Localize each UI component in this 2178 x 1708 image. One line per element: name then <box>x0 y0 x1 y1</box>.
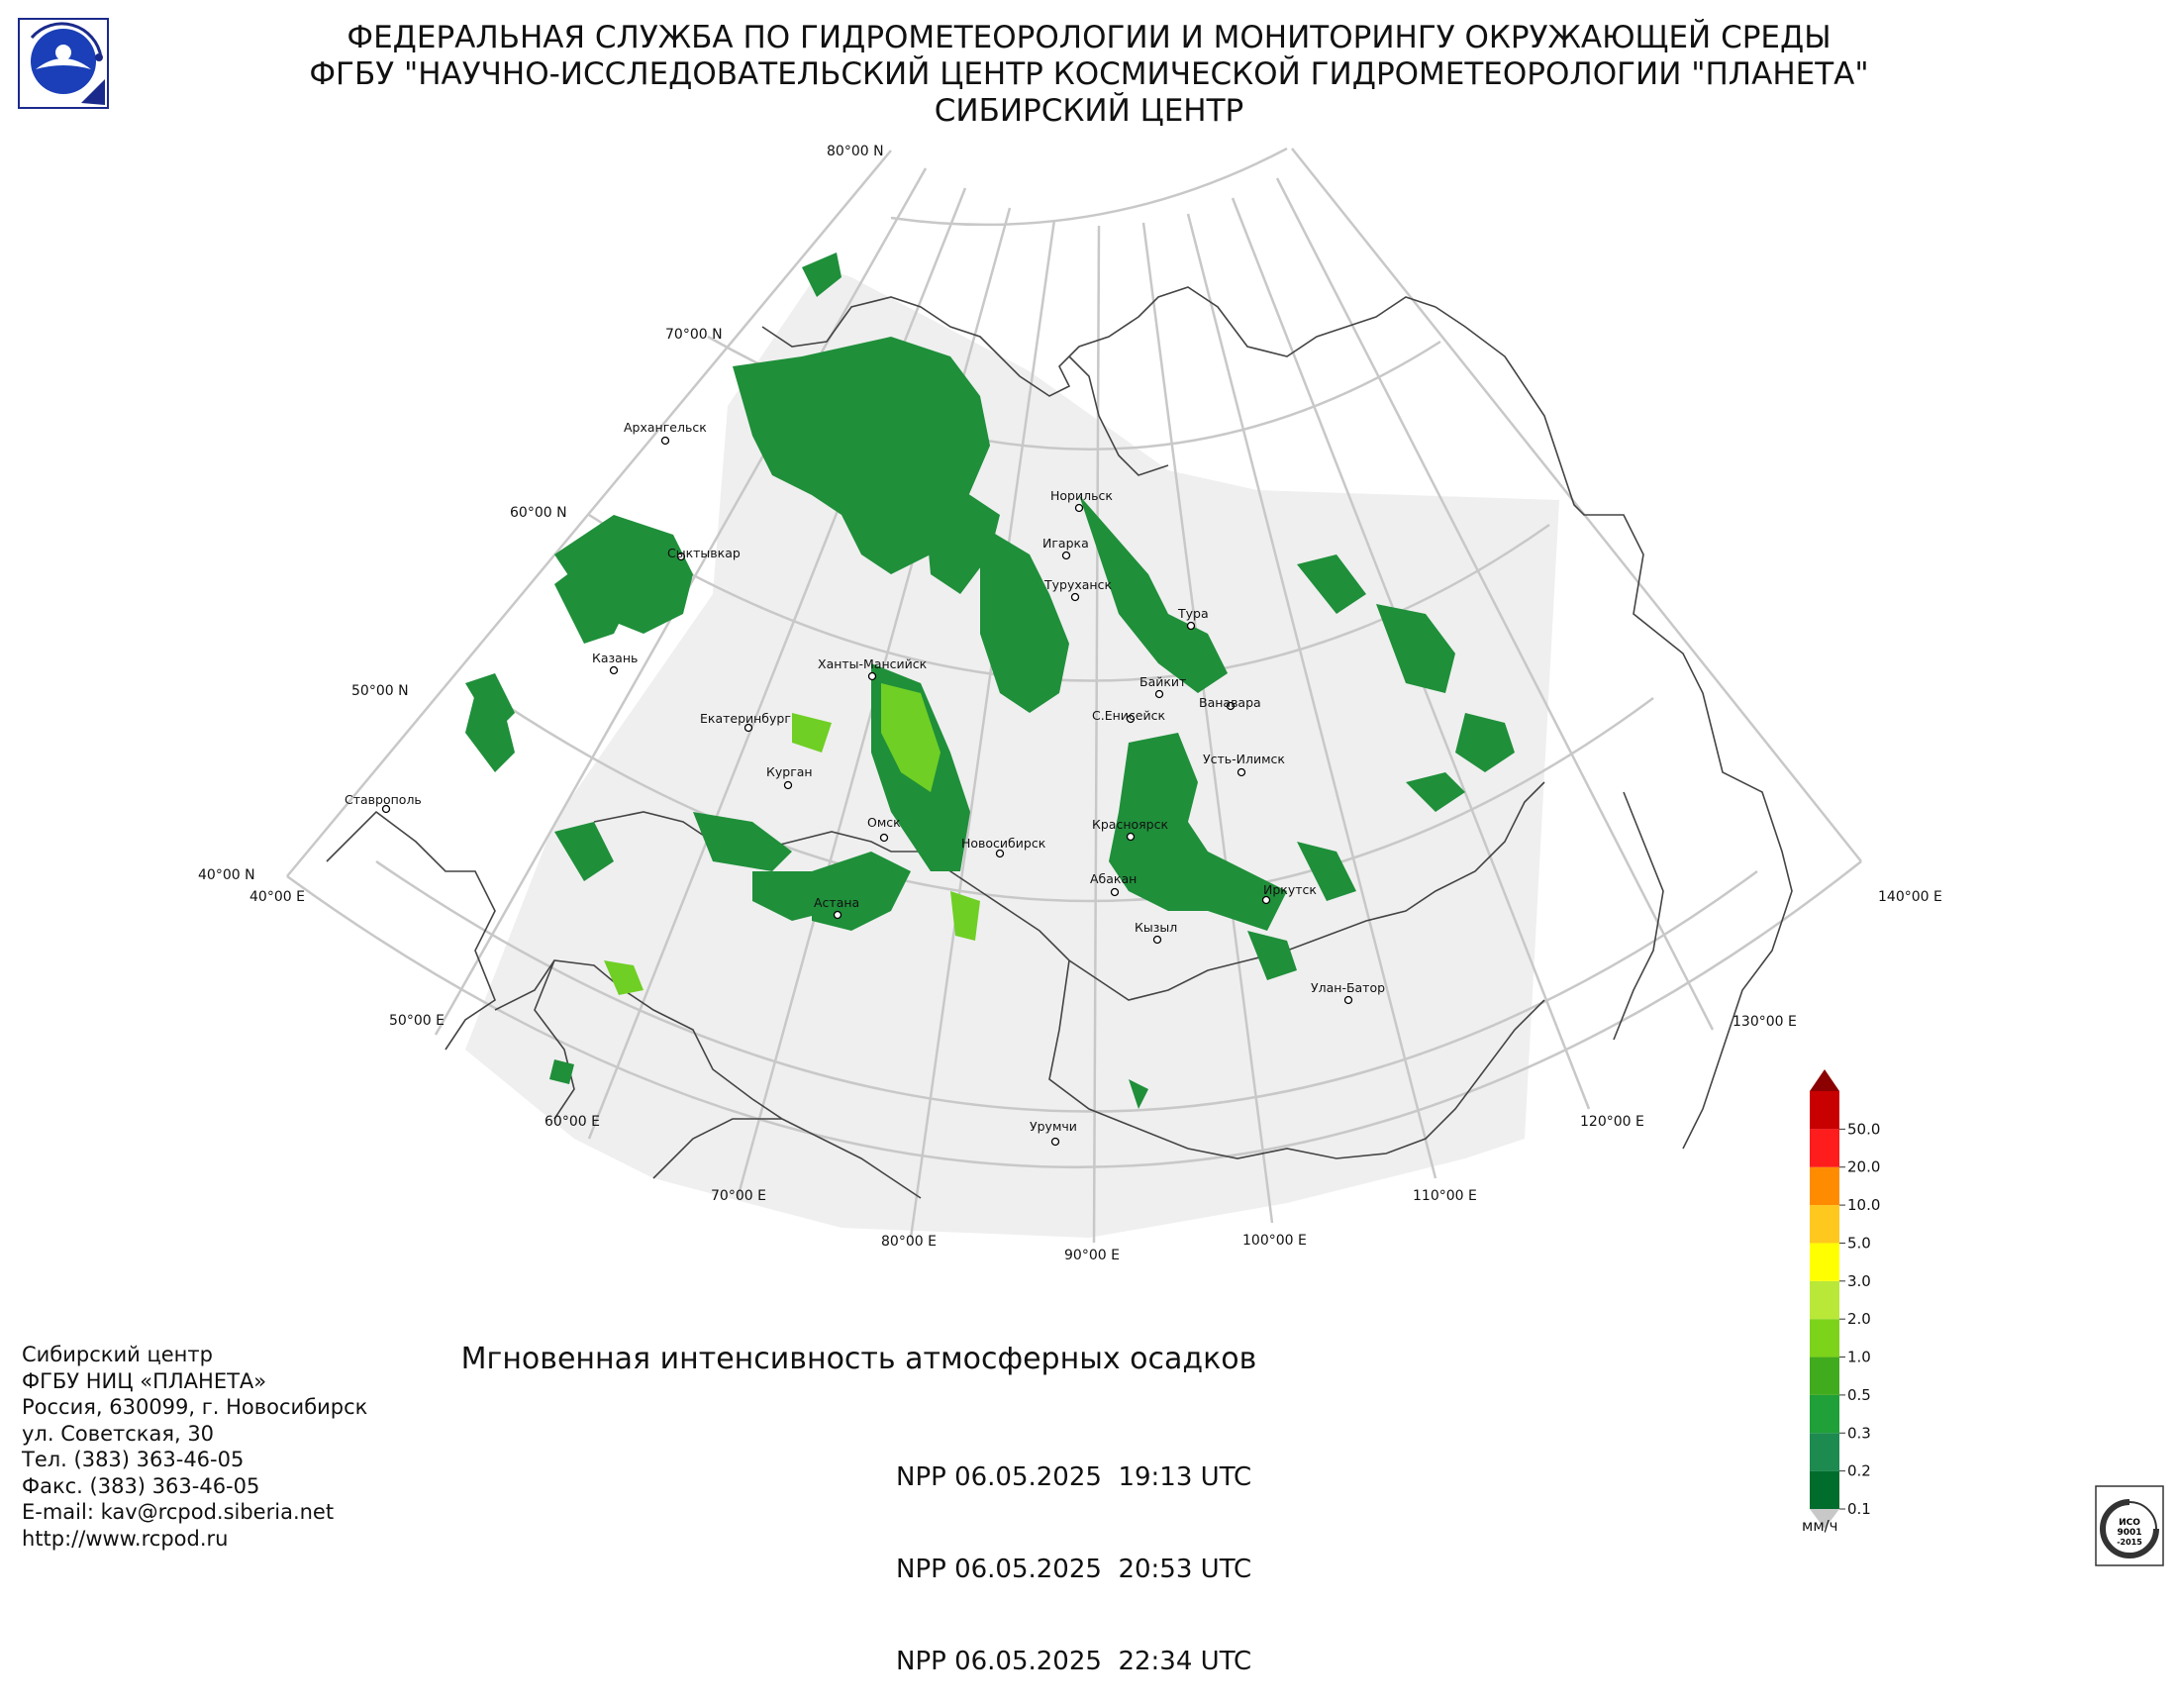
city-label: Кызыл <box>1135 920 1177 935</box>
legend-level-label: 0.5 <box>1847 1386 1871 1404</box>
legend-level-label: 0.2 <box>1847 1462 1871 1480</box>
legend-swatch <box>1810 1091 1839 1130</box>
iso-line: -2015 <box>2117 1538 2142 1547</box>
city-label: Абакан <box>1090 871 1137 886</box>
contact-line: Тел. (383) 363-46-05 <box>22 1448 245 1471</box>
legend-level-label: 3.0 <box>1847 1272 1871 1290</box>
pass-line: NPP 06.05.2025 19:13 UTC <box>896 1462 1252 1492</box>
contact-email[interactable]: E-mail: kav@rcpod.siberia.net <box>22 1499 367 1526</box>
lon-label-130: 130°00 E <box>1732 1014 1797 1030</box>
lat-label-60: 60°00 N <box>510 505 567 521</box>
contact-line: Россия, 630099, г. Новосибирск <box>22 1395 368 1419</box>
city-label: Улан-Батор <box>1311 980 1385 995</box>
city-label: С.Енисейск <box>1092 708 1165 723</box>
product-title: Мгновенная интенсивность атмосферных оса… <box>460 1342 1257 1376</box>
lon-label-100: 100°00 E <box>1242 1233 1307 1249</box>
pass-line: NPP 06.05.2025 22:34 UTC <box>896 1647 1252 1676</box>
legend-unit: мм/ч <box>1802 1517 1838 1535</box>
city-label: Байкит <box>1139 674 1186 689</box>
legend-level-label: 50.0 <box>1847 1120 1880 1138</box>
legend-swatch <box>1810 1356 1839 1395</box>
legend-arrow-max <box>1810 1069 1839 1091</box>
legend-swatch <box>1810 1319 1839 1357</box>
coverage-area <box>465 267 1559 1238</box>
legend-swatch <box>1810 1243 1839 1281</box>
city-label: Иркутск <box>1263 882 1317 897</box>
legend-level-label: 5.0 <box>1847 1234 1871 1252</box>
legend-level-label: 0.1 <box>1847 1500 1871 1518</box>
city-label: Сыктывкар <box>667 546 741 560</box>
legend-swatch <box>1810 1470 1839 1509</box>
iso-line: ИСО <box>2119 1518 2140 1528</box>
legend-swatch <box>1810 1129 1839 1167</box>
legend-swatch <box>1810 1280 1839 1320</box>
lon-label-60: 60°00 E <box>544 1114 600 1130</box>
lon-label-50: 50°00 E <box>389 1013 445 1029</box>
lat-label-80: 80°00 N <box>827 144 884 159</box>
iso-certification-badge: ИСО 9001 -2015 <box>2095 1485 2164 1566</box>
city-label: Курган <box>766 764 813 779</box>
contact-line: ул. Советская, 30 <box>22 1421 215 1446</box>
city-label: Екатеринбург <box>700 711 791 726</box>
legend-swatch <box>1810 1205 1839 1244</box>
lat-label-40: 40°00 N <box>198 867 255 883</box>
lon-label-120: 120°00 E <box>1580 1114 1644 1130</box>
city-label: Казань <box>592 651 638 665</box>
contact-line: Факс. (383) 363-46-05 <box>22 1473 260 1498</box>
city-label: Туруханск <box>1043 577 1112 592</box>
lat-label-50: 50°00 N <box>351 683 409 699</box>
legend-level-label: 20.0 <box>1847 1158 1880 1176</box>
legend-level-label: 2.0 <box>1847 1310 1871 1328</box>
pass-line: NPP 06.05.2025 20:53 UTC <box>896 1555 1252 1584</box>
city-label: Норильск <box>1050 488 1113 503</box>
city-label: Ханты-Мансийск <box>818 656 928 671</box>
legend-swatch <box>1810 1166 1839 1206</box>
lon-label-90: 90°00 E <box>1064 1248 1120 1263</box>
legend-swatch <box>1810 1433 1839 1471</box>
legend-swatch <box>1810 1394 1839 1434</box>
city-label: Архангельск <box>624 420 707 435</box>
lon-label-80: 80°00 E <box>881 1234 937 1250</box>
city-label: Новосибирск <box>961 836 1046 851</box>
city-label: Астана <box>814 895 859 910</box>
city-label: Тура <box>1177 606 1209 621</box>
legend-level-label: 10.0 <box>1847 1196 1880 1214</box>
lat-label-70: 70°00 N <box>665 327 723 343</box>
city-label: Игарка <box>1042 536 1089 551</box>
lon-label-110: 110°00 E <box>1413 1188 1477 1204</box>
lon-label-140: 140°00 E <box>1878 889 1942 905</box>
lon-label-70: 70°00 E <box>711 1188 766 1204</box>
city-label: Омск <box>867 815 901 830</box>
city-label: Ставрополь <box>345 792 422 807</box>
city-label: Усть-Илимск <box>1203 752 1285 766</box>
contact-website-link[interactable]: http://www.rcpod.ru <box>22 1526 367 1553</box>
satellite-passes: NPP 06.05.2025 19:13 UTC NPP 06.05.2025 … <box>896 1401 1251 1708</box>
legend-level-label: 1.0 <box>1847 1349 1871 1366</box>
city-label: Красноярск <box>1092 817 1168 832</box>
city-label: Ванавара <box>1199 695 1261 710</box>
lon-label-40: 40°00 E <box>249 889 305 905</box>
color-legend: 0.1 0.2 0.3 0.5 1.0 2.0 3.0 5.0 10.0 20.0 50.0 мм/… <box>1802 1069 1880 1535</box>
iso-line: 9001 <box>2117 1528 2141 1538</box>
city-label: Урумчи <box>1030 1119 1077 1134</box>
legend-level-label: 0.3 <box>1847 1424 1871 1442</box>
